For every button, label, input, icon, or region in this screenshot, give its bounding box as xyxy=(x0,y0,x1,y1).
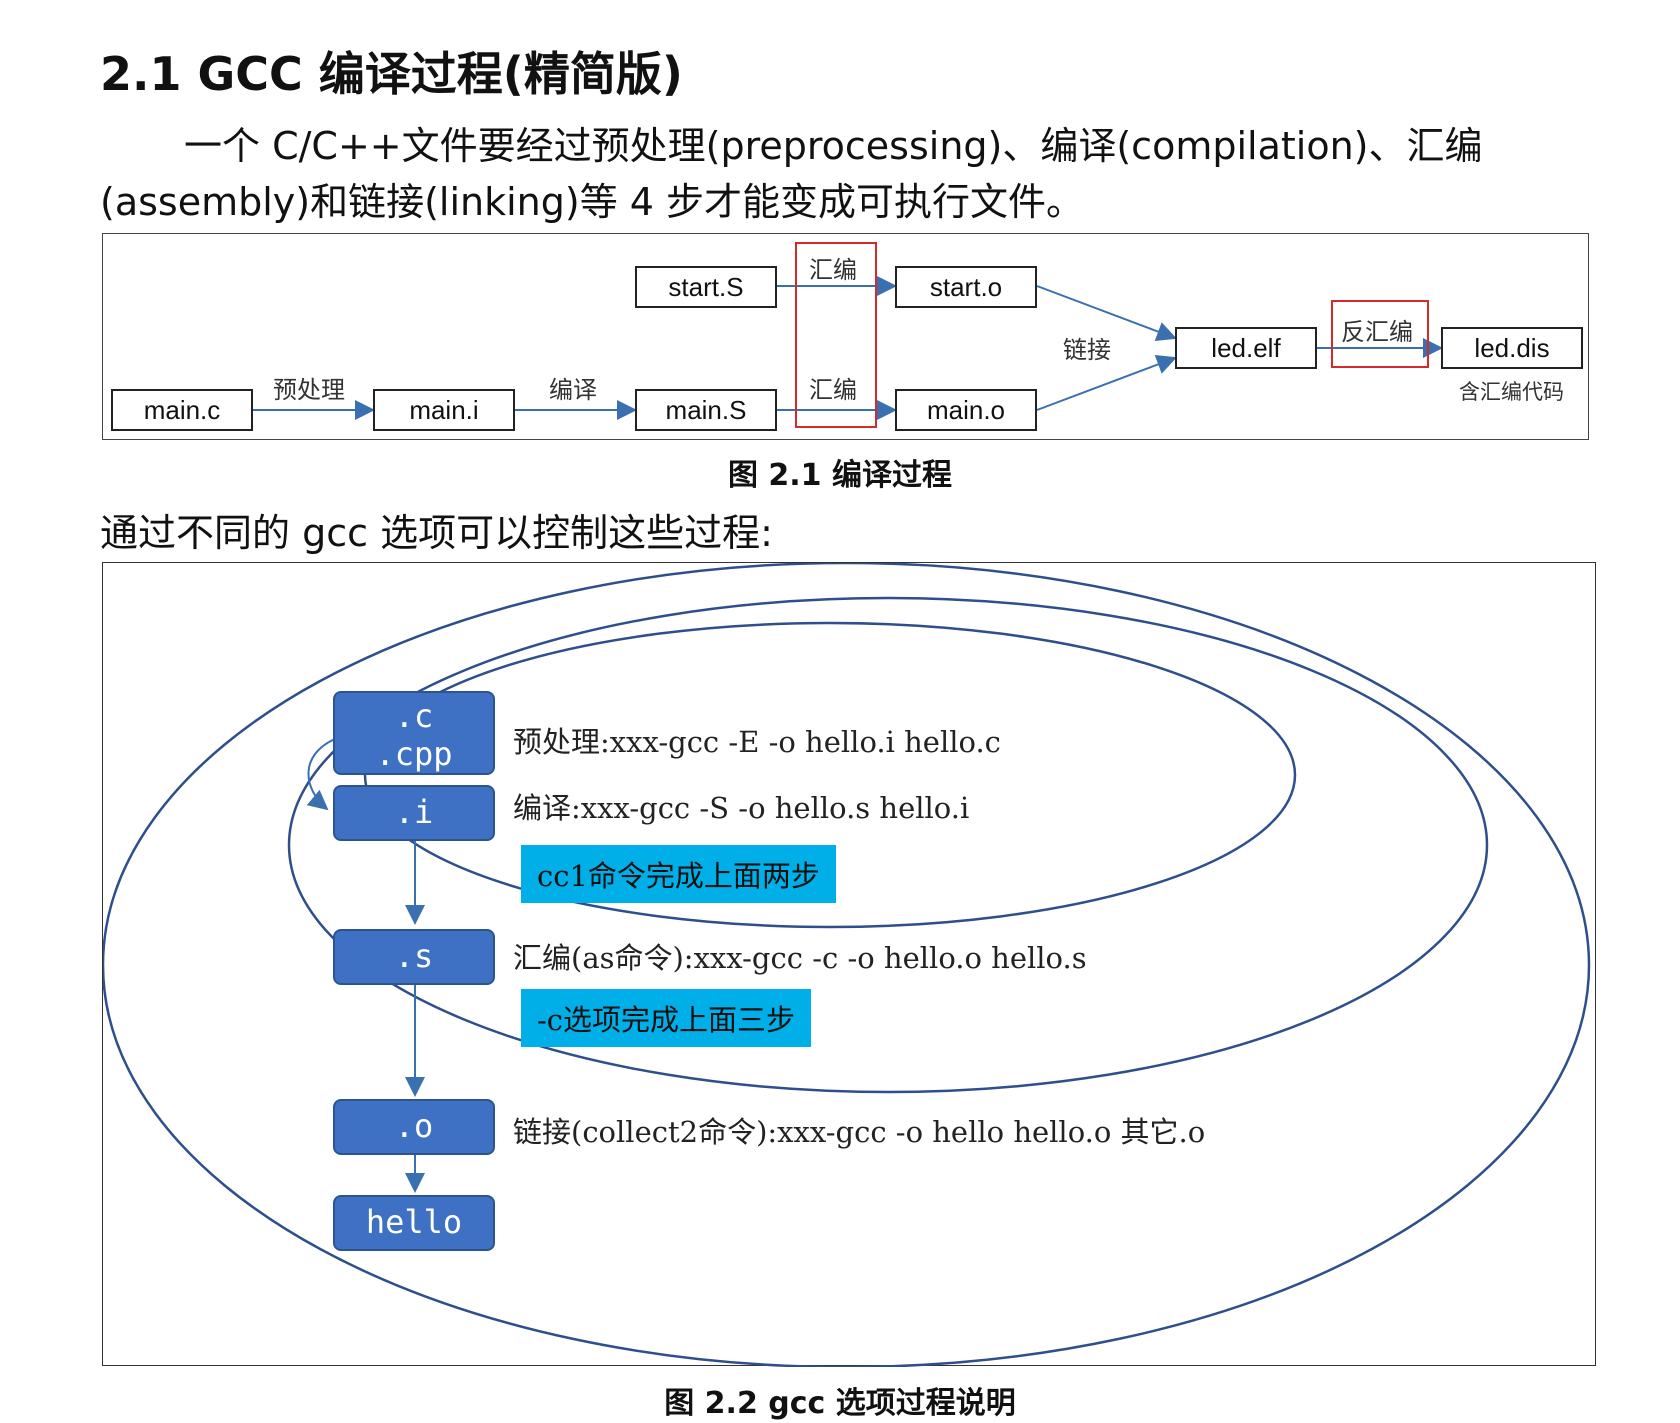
cmd-compile: 编译:xxx-gcc -S -o hello.s hello.i xyxy=(513,791,970,825)
node-o: .o xyxy=(333,1099,495,1155)
section-title: 2.1 GCC 编译过程(精简版) xyxy=(100,47,683,101)
step-assemble-top-label: 汇编 xyxy=(809,256,857,284)
note-cc1: cc1命令完成上面两步 xyxy=(521,845,836,903)
intro-paragraph: 一个 C/C++文件要经过预处理(preprocessing)、编译(compi… xyxy=(100,118,1600,230)
figure-compile-process: start.S start.o main.c main.i main.S mai… xyxy=(102,233,1589,440)
file-led-dis: led.dis xyxy=(1441,327,1583,369)
ellipse-c-option xyxy=(287,596,1489,1094)
step-assemble-bottom-label: 汇编 xyxy=(809,376,857,404)
node-i: .i xyxy=(333,785,495,841)
figure1-caption: 图 2.1 编译过程 xyxy=(727,458,953,493)
cmd-preprocess: 预处理:xxx-gcc -E -o hello.i hello.c xyxy=(513,725,1001,759)
node-cpp-label: .cpp xyxy=(375,735,453,773)
node-s: .s xyxy=(333,929,495,985)
file-main-s: main.S xyxy=(635,389,777,431)
node-c-label: .c xyxy=(394,697,434,735)
file-main-i: main.i xyxy=(373,389,515,431)
file-led-elf: led.elf xyxy=(1175,327,1317,369)
figure-gcc-options: .c .cpp .i .s .o hello 预处理:xxx-gcc -E -o… xyxy=(102,562,1596,1367)
step-preprocess-label: 预处理 xyxy=(273,376,345,404)
file-start-s: start.S xyxy=(635,266,777,308)
intro-text: 一个 C/C++文件要经过预处理(preprocessing)、编译(compi… xyxy=(100,124,1483,224)
step-link-label: 链接 xyxy=(1063,336,1111,364)
file-main-c: main.c xyxy=(111,389,253,431)
lead-text: 通过不同的 gcc 选项可以控制这些过程: xyxy=(100,511,773,555)
figure2-caption: 图 2.2 gcc 选项过程说明 xyxy=(664,1386,1016,1421)
node-c-cpp: .c .cpp xyxy=(333,691,495,775)
step-compile-label: 编译 xyxy=(549,376,597,404)
step-disassemble-label: 反汇编 xyxy=(1341,318,1413,346)
dis-note-label: 含汇编代码 xyxy=(1459,380,1564,404)
cmd-link: 链接(collect2命令):xxx-gcc -o hello hello.o … xyxy=(513,1115,1206,1149)
cmd-assemble: 汇编(as命令):xxx-gcc -c -o hello.o hello.s xyxy=(513,941,1087,975)
file-start-o: start.o xyxy=(895,266,1037,308)
file-main-o: main.o xyxy=(895,389,1037,431)
note-c-option: -c选项完成上面三步 xyxy=(521,989,812,1047)
node-hello: hello xyxy=(333,1195,495,1251)
